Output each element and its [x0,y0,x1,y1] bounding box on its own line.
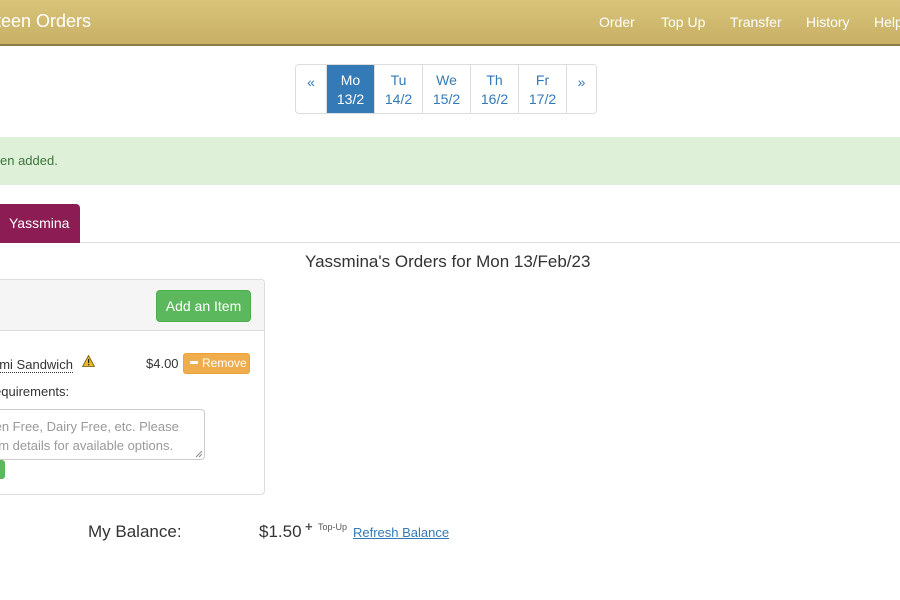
pager-date-label: 17/2 [528,91,557,107]
nav-history[interactable]: History [806,14,850,30]
pager-day-mon[interactable]: Mo 13/2 [326,65,374,113]
tabs-divider [0,242,900,243]
remove-label: Remove [202,356,247,370]
nav-order[interactable]: Order [599,14,635,30]
tab-yassmina[interactable]: Yassmina [0,204,80,243]
requirements-placeholder: ten Free, Dairy Free, etc. Please em det… [0,419,179,453]
pager-day-label: Mo [340,72,361,88]
pager-prev-button[interactable]: « [296,65,326,113]
requirements-textarea[interactable]: ten Free, Dairy Free, etc. Please em det… [0,409,205,460]
pager-day-label: Tu [390,72,407,88]
balance-value: $1.50 [259,522,302,541]
save-requirements-button[interactable] [0,460,5,479]
pager-date-label: 15/2 [432,91,461,107]
pager-day-label: Fr [535,72,550,88]
order-panel-heading: Add an Item [0,280,264,331]
remove-item-button[interactable]: Remove [183,353,250,374]
requirements-label: equirements: [0,384,70,399]
day-pager: « Mo 13/2 Tu 14/2 We 15/2 Th 16/2 Fr 17/… [295,64,597,114]
nav-top-up[interactable]: Top Up [661,14,705,30]
pager-date-label: 16/2 [480,91,509,107]
pager-next-button[interactable]: » [566,65,596,113]
minus-icon [190,361,198,365]
topup-link[interactable]: Top-Up [318,522,347,532]
add-item-button[interactable]: Add an Item [156,290,251,322]
resize-grip-icon[interactable] [195,450,203,458]
nav-help[interactable]: Help [874,14,900,30]
topup-plus-icon[interactable]: + [305,519,313,534]
pager-day-wed[interactable]: We 15/2 [422,65,470,113]
pager-day-fri[interactable]: Fr 17/2 [518,65,566,113]
success-alert: en added. [0,137,900,185]
nav-transfer[interactable]: Transfer [730,14,782,30]
pager-day-label: Th [486,72,503,88]
refresh-balance-link[interactable]: Refresh Balance [353,525,449,540]
top-navbar: teen Orders Order Top Up Transfer Histor… [0,0,900,46]
alert-message: en added. [0,153,58,168]
orders-heading: Yassmina's Orders for Mon 13/Feb/23 [305,252,591,271]
pager-day-label: We [436,72,457,88]
pager-date-label: 14/2 [384,91,413,107]
pager-day-thu[interactable]: Th 16/2 [470,65,518,113]
warning-icon [82,355,95,367]
order-item-name[interactable]: ami Sandwich [0,357,73,373]
pager-date-label: 13/2 [336,91,365,107]
order-item-price: $4.00 [146,356,179,371]
brand-title[interactable]: teen Orders [0,11,91,32]
balance-label: My Balance: [88,522,182,541]
pager-day-tue[interactable]: Tu 14/2 [374,65,422,113]
